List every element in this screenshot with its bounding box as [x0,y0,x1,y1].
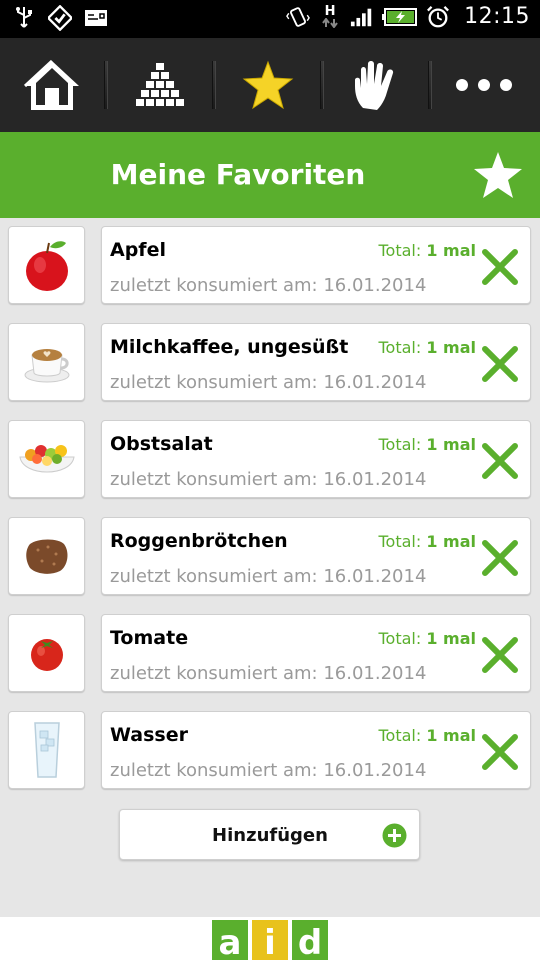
item-last-consumed: zuletzt konsumiert am: 16.01.2014 [110,372,427,393]
total-label: Total: [378,435,422,454]
remove-icon[interactable] [480,635,520,675]
home-button[interactable] [0,38,104,132]
item-last-consumed: zuletzt konsumiert am: 16.01.2014 [110,663,427,684]
favorite-card[interactable]: Milchkaffee, ungesüßt Total: 1 mal zulet… [101,323,531,401]
remove-icon[interactable] [480,247,520,287]
logo-letter: i [252,920,288,960]
item-last-consumed: zuletzt konsumiert am: 16.01.2014 [110,469,427,490]
alarm-icon [426,5,450,29]
total-value: 1 mal [426,241,476,260]
total-value: 1 mal [426,532,476,551]
item-total: Total: 1 mal [378,241,476,260]
logo-letter: d [292,920,328,960]
list-item: Tomate Total: 1 mal zuletzt konsumiert a… [0,606,540,703]
item-last-consumed: zuletzt konsumiert am: 16.01.2014 [110,275,427,296]
signal-icon [350,5,374,29]
favorite-card[interactable]: Roggenbrötchen Total: 1 mal zuletzt kons… [101,517,531,595]
status-system: H 12:15 [286,4,530,29]
item-name: Wasser [110,724,188,746]
star-icon [474,152,522,198]
item-name: Apfel [110,239,166,261]
item-total: Total: 1 mal [378,532,476,551]
fruit-salad-image [8,420,85,498]
clock-time: 12:15 [464,4,530,29]
item-total: Total: 1 mal [378,338,476,357]
star-icon [242,60,294,110]
page-header: Meine Favoriten [0,132,540,218]
page-title: Meine Favoriten [110,158,366,191]
add-favorite-button[interactable]: Hinzufügen [119,809,420,860]
main-toolbar [0,38,540,132]
total-label: Total: [378,726,422,745]
total-value: 1 mal [426,435,476,454]
remove-icon[interactable] [480,344,520,384]
add-button-label: Hinzufügen [212,825,328,846]
item-name: Milchkaffee, ungesüßt [110,336,349,358]
hand-icon [355,61,394,110]
favorite-card[interactable]: Apfel Total: 1 mal zuletzt konsumiert am… [101,226,531,304]
mail-icon [84,6,108,30]
water-glass-image [8,711,85,789]
plus-icon [382,823,407,848]
home-icon [23,59,79,110]
total-value: 1 mal [426,629,476,648]
pyramid-icon [136,63,184,106]
item-last-consumed: zuletzt konsumiert am: 16.01.2014 [110,566,427,587]
list-item: Roggenbrötchen Total: 1 mal zuletzt kons… [0,509,540,606]
favorite-card[interactable]: Wasser Total: 1 mal zuletzt konsumiert a… [101,711,531,789]
list-item: Obstsalat Total: 1 mal zuletzt konsumier… [0,412,540,509]
bread-roll-image [8,517,85,595]
total-label: Total: [378,629,422,648]
remove-icon[interactable] [480,732,520,772]
remove-icon[interactable] [480,538,520,578]
pyramid-button[interactable] [108,38,212,132]
battery-charging-icon [382,5,418,29]
network-label: H [324,4,336,19]
more-icon [456,79,512,91]
coffee-image [8,323,85,401]
list-item: Milchkaffee, ungesüßt Total: 1 mal zulet… [0,315,540,412]
aid-logo: a i d [212,920,328,960]
favorites-button[interactable] [216,38,320,132]
tomato-image [8,614,85,692]
item-total: Total: 1 mal [378,629,476,648]
item-last-consumed: zuletzt konsumiert am: 16.01.2014 [110,760,427,781]
favorite-card[interactable]: Obstsalat Total: 1 mal zuletzt konsumier… [101,420,531,498]
item-name: Roggenbrötchen [110,530,288,552]
list-item: Apfel Total: 1 mal zuletzt konsumiert am… [0,218,540,315]
status-bar: H 12:15 [0,0,540,38]
status-notifications [12,5,108,31]
total-value: 1 mal [426,726,476,745]
vibrate-icon [286,5,311,29]
total-label: Total: [378,241,422,260]
apple-image [8,226,85,304]
list-item: Wasser Total: 1 mal zuletzt konsumiert a… [0,703,540,800]
footer: a i d [0,917,540,960]
usb-icon [12,6,36,30]
more-button[interactable] [432,38,536,132]
logo-letter: a [212,920,248,960]
item-name: Tomate [110,627,189,649]
remove-icon[interactable] [480,441,520,481]
network-h-icon: H [318,5,342,29]
hand-button[interactable] [324,38,428,132]
item-total: Total: 1 mal [378,435,476,454]
total-label: Total: [378,532,422,551]
total-label: Total: [378,338,422,357]
item-total: Total: 1 mal [378,726,476,745]
checklist-icon [48,5,72,31]
total-value: 1 mal [426,338,476,357]
item-name: Obstsalat [110,433,213,455]
favorite-card[interactable]: Tomate Total: 1 mal zuletzt konsumiert a… [101,614,531,692]
